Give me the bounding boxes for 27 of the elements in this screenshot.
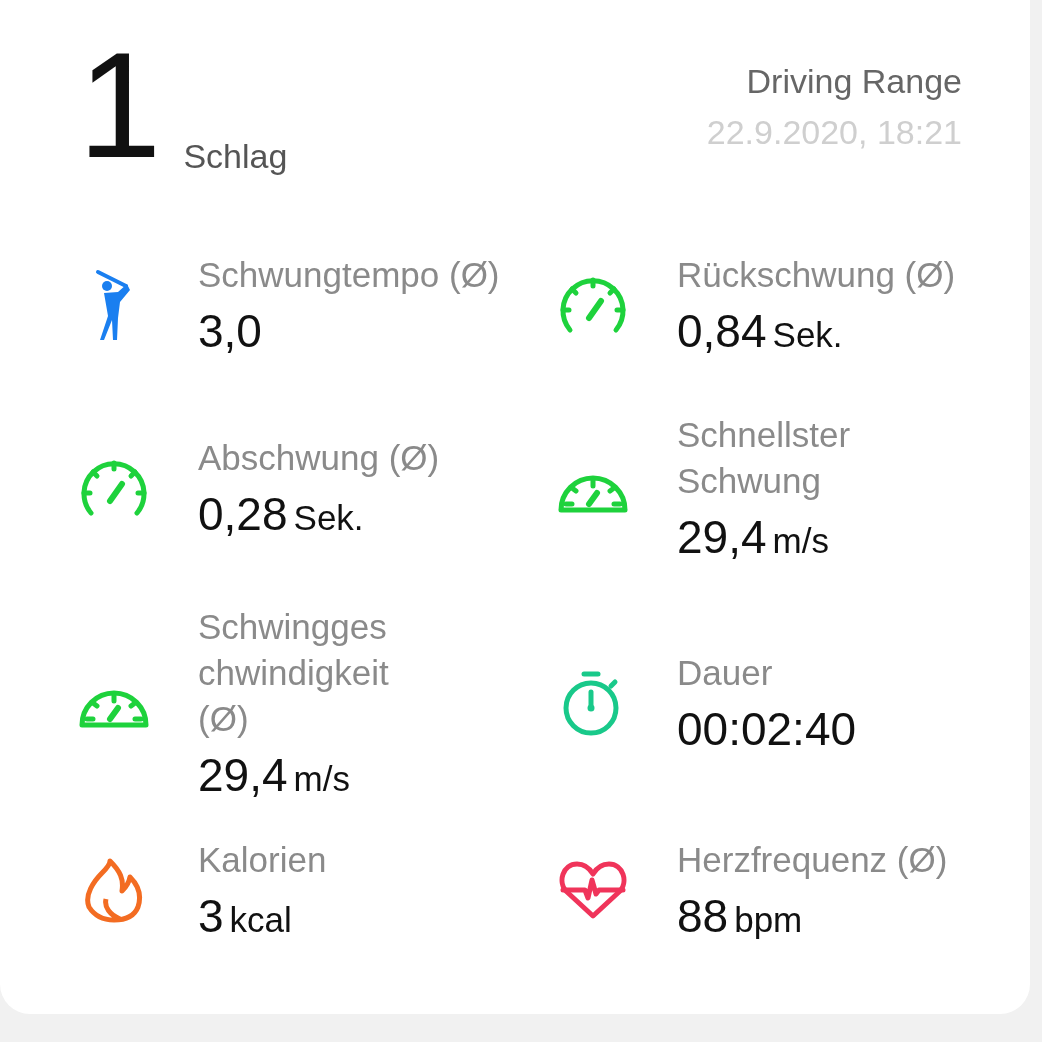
stroke-count: 1 — [78, 30, 162, 180]
metric-value: 88 — [677, 889, 729, 943]
metric-value: 3,0 — [198, 304, 262, 358]
metric-value: 29,4 — [677, 509, 767, 564]
metric-value: 0,84 — [677, 304, 767, 358]
metric-value: 00:02:40 — [677, 701, 857, 756]
metric-label: Kalorien — [198, 839, 327, 881]
metric-label: Herzfrequenz (Ø) — [677, 839, 948, 881]
stroke-count-label: Schlag — [183, 137, 288, 176]
metric-unit: kcal — [229, 900, 292, 940]
metric-label: Schwingges chwindigkeit (Ø) — [198, 605, 389, 740]
heart-rate-icon — [559, 860, 627, 920]
flame-icon — [84, 857, 144, 923]
metric-label: Dauer — [677, 651, 774, 694]
metric-unit: m/s — [772, 520, 829, 561]
metric-value: 0,28 — [198, 486, 288, 541]
metric-value: 3 — [198, 889, 224, 943]
session-mode: Driving Range — [746, 62, 962, 101]
metric-label: Abschwung (Ø) — [198, 436, 440, 479]
metric-unit: bpm — [734, 900, 803, 940]
metric-label: Schwungtempo (Ø) — [198, 254, 500, 296]
metric-unit: m/s — [293, 758, 350, 799]
metric-unit: Sek. — [772, 315, 843, 355]
metric-unit: Sek. — [293, 497, 364, 538]
metric-label: Rückschwung (Ø) — [677, 254, 956, 296]
metric-label: Schnellster Schwung — [677, 413, 851, 502]
metric-value: 29,4 — [198, 747, 288, 802]
